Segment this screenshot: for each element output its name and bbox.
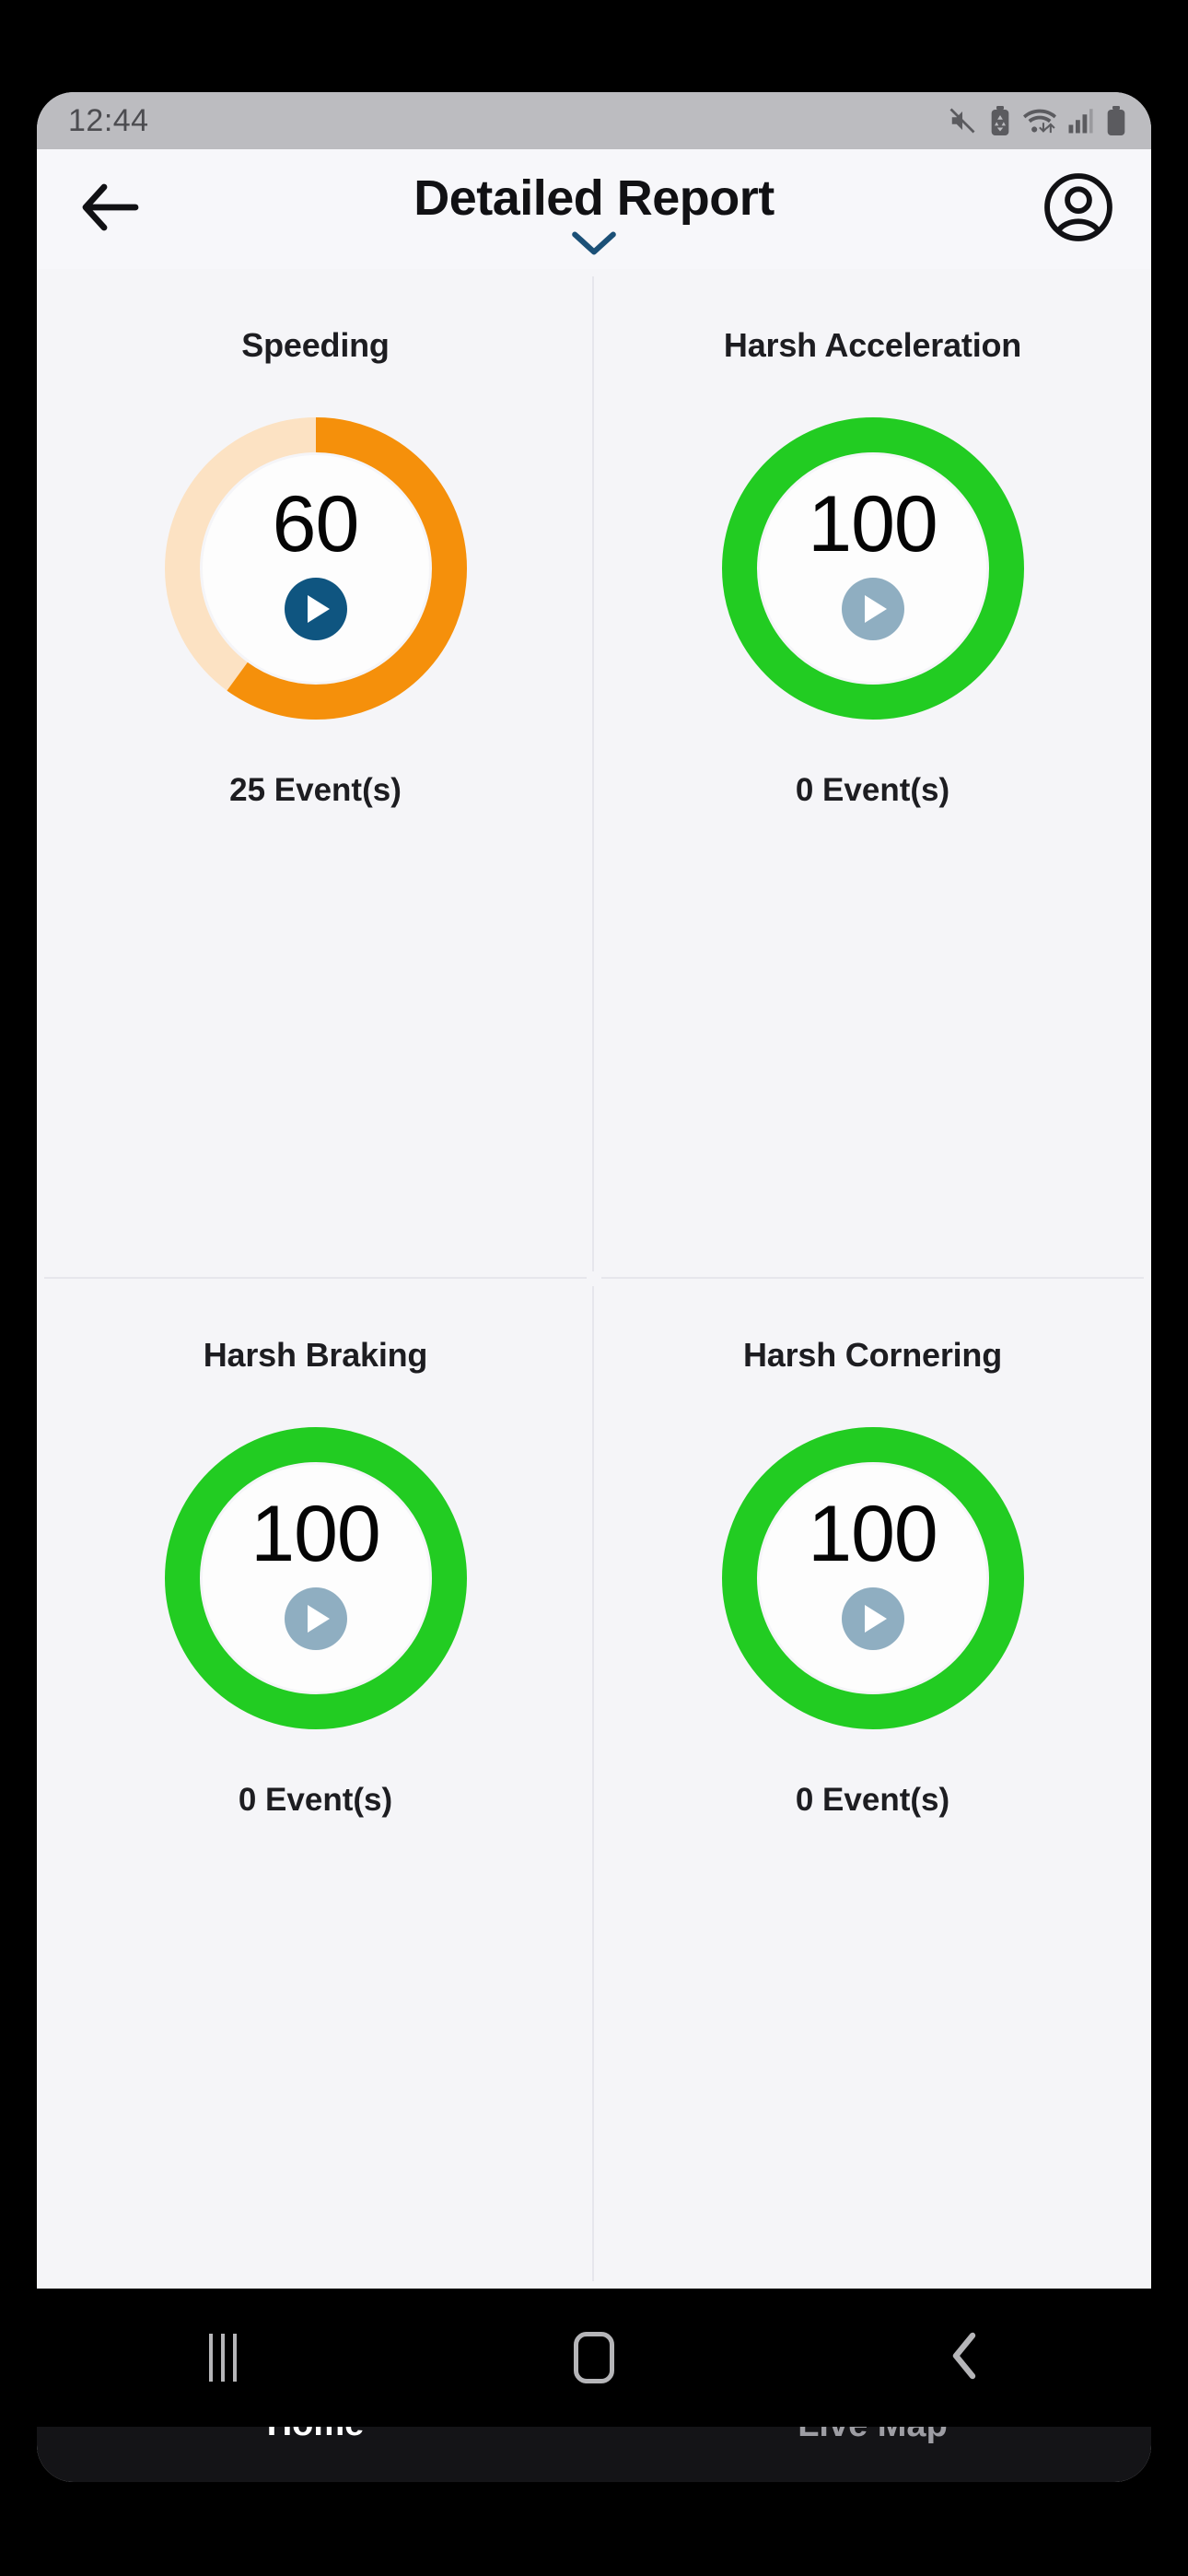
gauge-center: 100	[759, 455, 986, 682]
play-events-button[interactable]	[841, 1587, 904, 1650]
play-icon	[308, 594, 330, 623]
metric-title: Speeding	[241, 326, 390, 364]
score-gauge: 100	[164, 1426, 468, 1730]
metric-events: 0 Event(s)	[795, 772, 950, 808]
recents-button[interactable]	[154, 2307, 292, 2408]
play-events-button[interactable]	[841, 577, 904, 640]
account-circle-icon	[1042, 171, 1114, 248]
chevron-down-icon	[569, 228, 619, 263]
android-system-nav	[37, 2289, 1151, 2427]
battery-icon	[1105, 106, 1127, 135]
metric-events: 0 Event(s)	[238, 1782, 393, 1818]
score-gauge: 60	[164, 416, 468, 720]
back-chevron-icon	[947, 2330, 984, 2386]
play-events-button[interactable]	[284, 1587, 347, 1650]
metric-title: Harsh Acceleration	[723, 326, 1022, 364]
score-gauge: 100	[721, 416, 1025, 720]
metric-events: 25 Event(s)	[229, 772, 402, 808]
signal-bars-icon	[1067, 107, 1095, 135]
recents-icon	[208, 2334, 237, 2382]
mute-icon	[947, 107, 978, 135]
play-icon	[865, 594, 887, 623]
page-title: Detailed Report	[413, 170, 775, 226]
play-icon	[308, 1604, 330, 1633]
metric-card-harsh-cornering[interactable]: Harsh Cornering 100 0 Event(s)	[594, 1279, 1151, 2289]
play-icon	[865, 1604, 887, 1633]
metric-score: 100	[808, 1490, 938, 1579]
gauge-center: 100	[759, 1465, 986, 1692]
phone-screen: 12:44 Detailed Report Speeding 60 25 Eve…	[37, 92, 1151, 2482]
wifi-transfer-icon	[1022, 107, 1057, 135]
score-gauge: 100	[721, 1426, 1025, 1730]
device-frame: 12:44 Detailed Report Speeding 60 25 Eve…	[0, 0, 1188, 2576]
play-events-button[interactable]	[284, 577, 347, 640]
account-button[interactable]	[1039, 170, 1118, 249]
gauge-center: 60	[202, 455, 429, 682]
metric-card-harsh-acceleration[interactable]: Harsh Acceleration 100 0 Event(s)	[594, 269, 1151, 1279]
metric-score: 60	[272, 480, 360, 569]
status-bar: 12:44	[37, 92, 1151, 149]
metric-score: 100	[250, 1490, 380, 1579]
metric-title: Harsh Braking	[203, 1336, 428, 1374]
status-time: 12:44	[68, 102, 149, 138]
app-header: Detailed Report	[37, 149, 1151, 269]
back-button[interactable]	[896, 2307, 1034, 2408]
metric-score: 100	[808, 480, 938, 569]
metric-events: 0 Event(s)	[795, 1782, 950, 1818]
gauge-center: 100	[202, 1465, 429, 1692]
status-icons	[947, 106, 1127, 135]
expand-report-button[interactable]	[37, 228, 1151, 263]
metric-title: Harsh Cornering	[742, 1336, 1003, 1374]
home-button[interactable]	[525, 2307, 663, 2408]
metrics-grid: Speeding 60 25 Event(s) Harsh Accelerati…	[37, 269, 1151, 2289]
battery-saver-icon	[988, 106, 1012, 135]
home-square-icon	[573, 2332, 614, 2383]
metric-card-speeding[interactable]: Speeding 60 25 Event(s)	[37, 269, 594, 1279]
metric-card-harsh-braking[interactable]: Harsh Braking 100 0 Event(s)	[37, 1279, 594, 2289]
